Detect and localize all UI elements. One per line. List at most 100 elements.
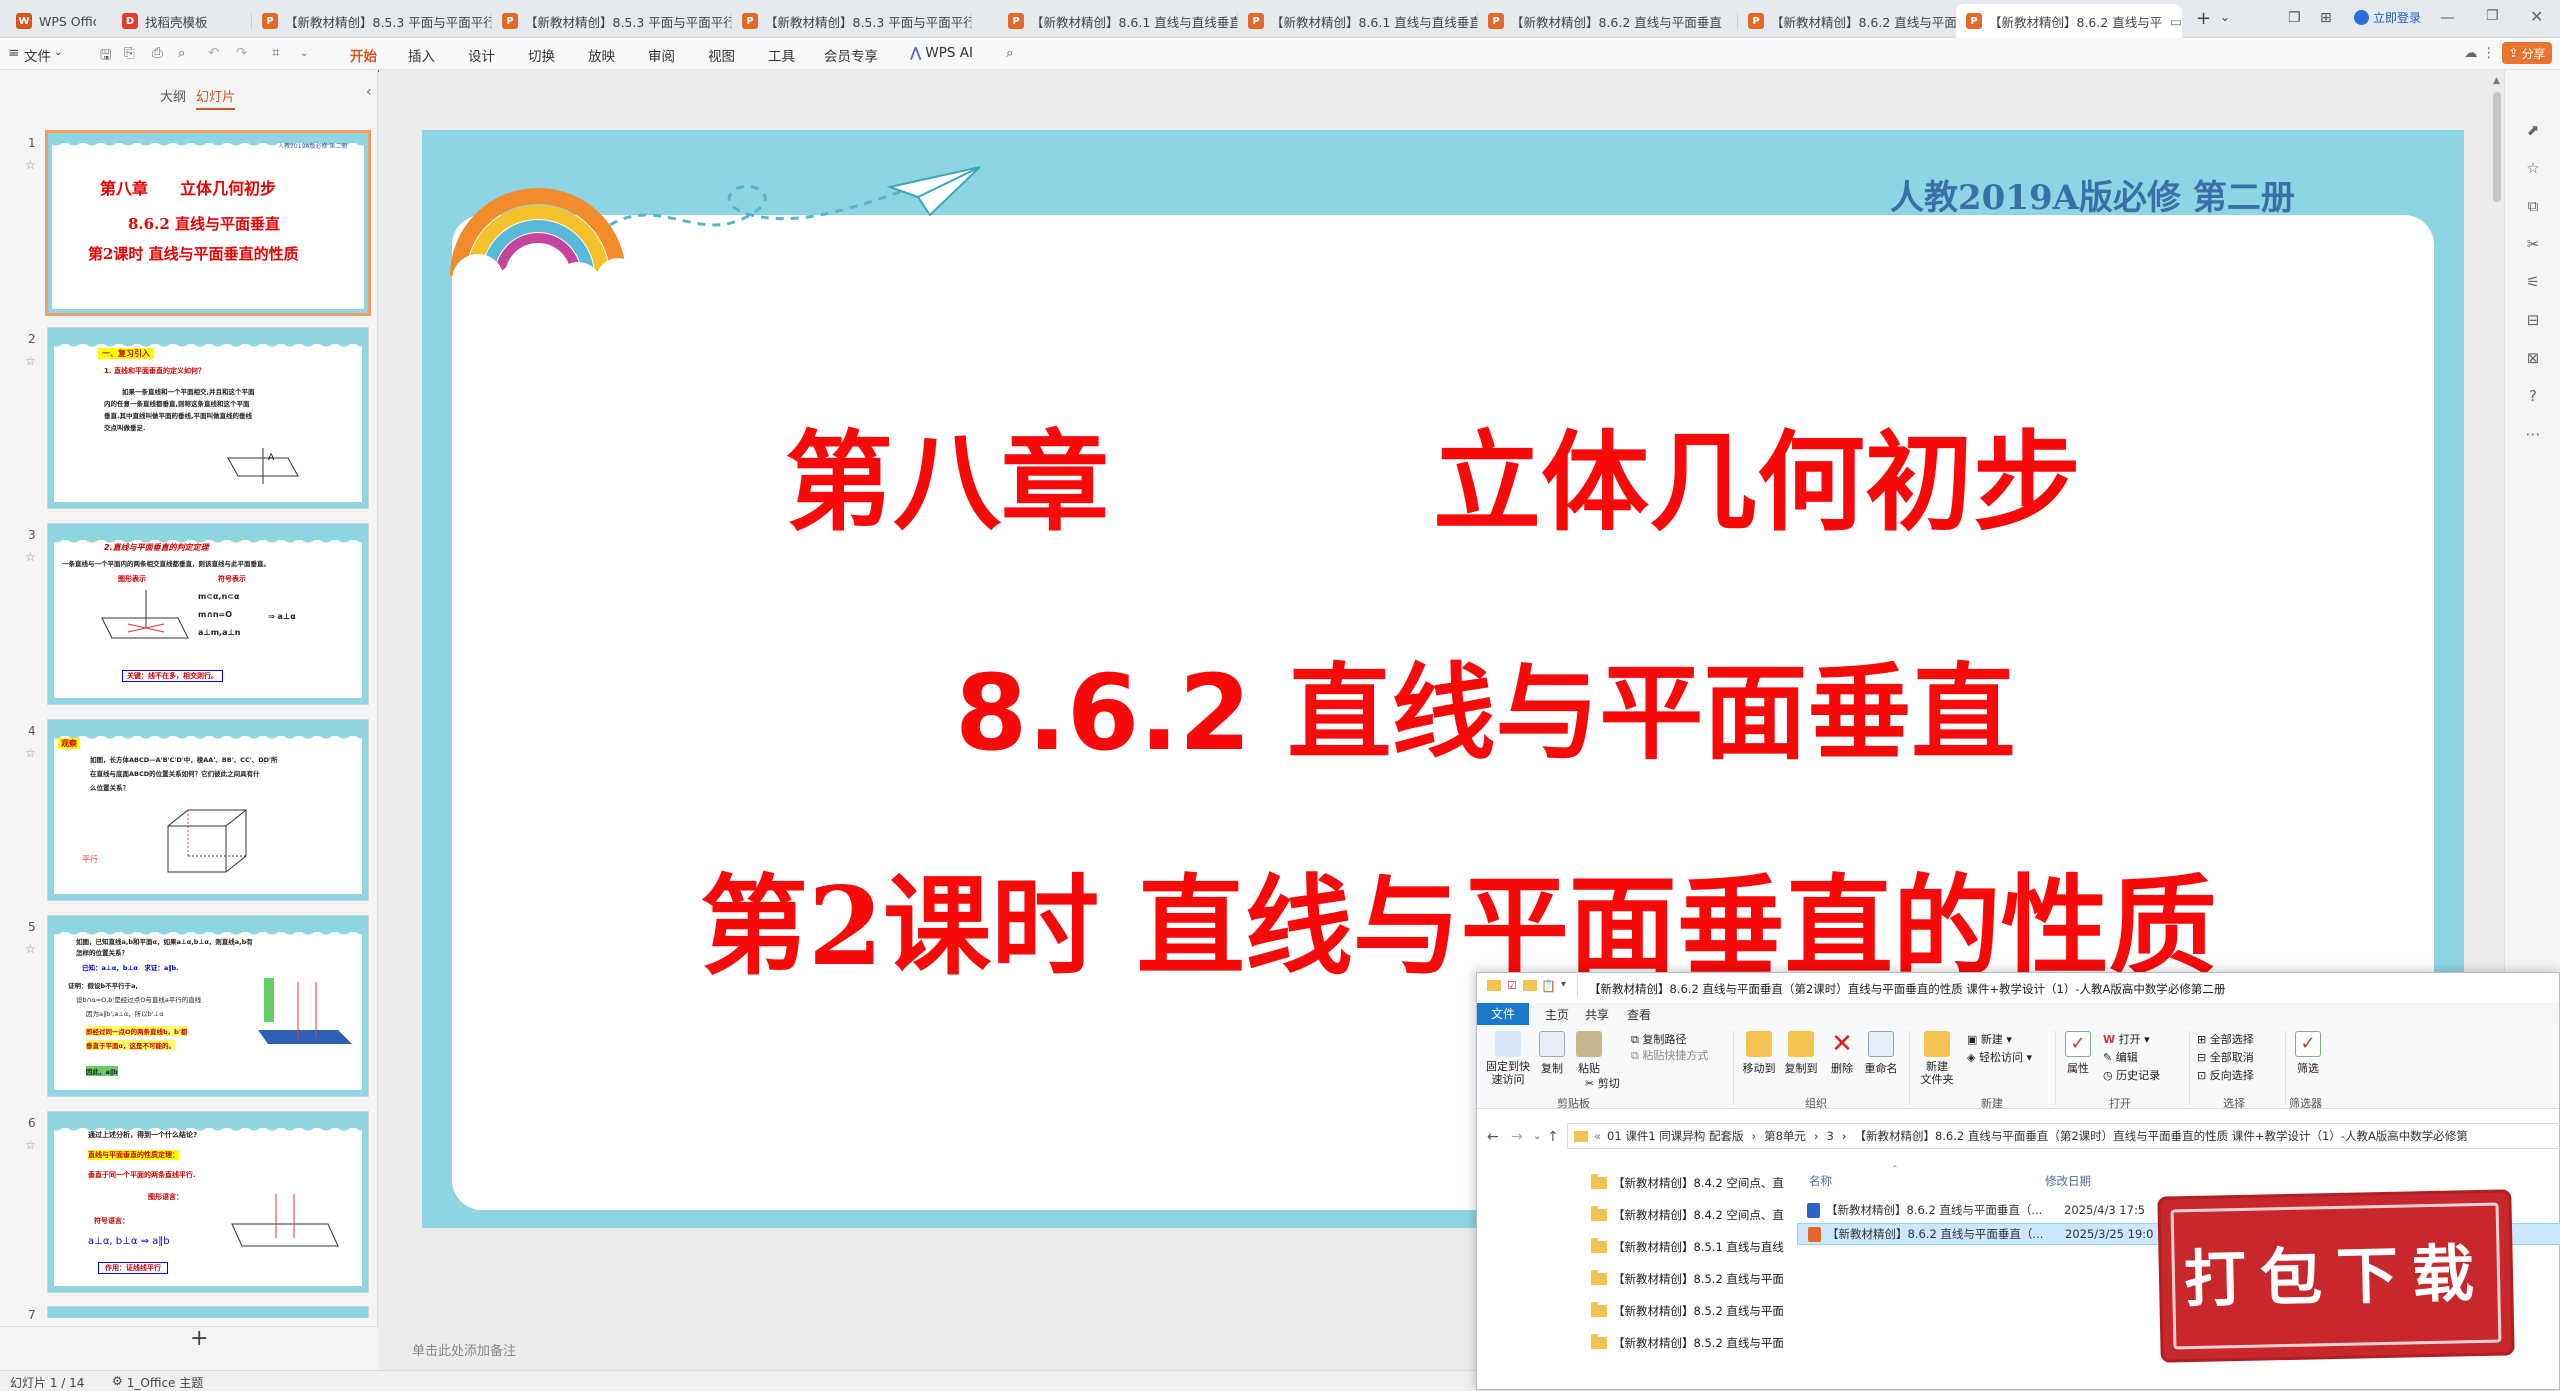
edit-button[interactable]: ✎ 编辑 <box>2103 1049 2138 1065</box>
tab-tools[interactable]: 工具 <box>768 45 795 65</box>
ribbon-tab-share[interactable]: 共享 <box>1585 1006 1609 1023</box>
select-all-button[interactable]: ⊞ 全部选择 <box>2197 1031 2254 1047</box>
scroll-up-icon[interactable]: ▲ <box>2493 76 2500 86</box>
monitor-icon[interactable]: ▭ <box>2170 14 2182 29</box>
star-icon[interactable]: ☆ <box>25 942 36 956</box>
copy-path-button[interactable]: ⧉ 复制路径 <box>1631 1031 1686 1047</box>
tab-design[interactable]: 设计 <box>468 45 495 65</box>
star-icon[interactable]: ☆ <box>25 550 36 564</box>
undo-icon[interactable]: ↶ <box>208 45 219 61</box>
ribbon-tab-home[interactable]: 主页 <box>1545 1006 1569 1023</box>
address-bar[interactable]: « 01 课件1 同课异构 配套版 › 第8单元 › 3 › 【新教材精创】8.… <box>1567 1123 2560 1149</box>
nav-folder[interactable]: 【新教材精创】8.5.2 直线与平面 <box>1591 1269 1784 1289</box>
add-slide-button[interactable]: + <box>190 1326 208 1351</box>
tab-slides[interactable]: 幻灯片 <box>196 86 236 110</box>
theme-indicator[interactable]: ⚙ 1_Office 主题 <box>112 1374 203 1391</box>
tab-doc-6[interactable]: P 【新教材精创】8.6.2 直线与平面垂直 <box>1478 4 1738 38</box>
chevron-down-icon[interactable]: ⌄ <box>300 48 308 59</box>
tab-outline[interactable]: 大纲 <box>160 86 186 105</box>
slide-thumb-4[interactable]: 观察 如图，长方体ABCD—A'B'C'D'中，棱AA'、BB'、CC'、DD'… <box>47 719 369 901</box>
grid-icon[interactable]: ⊞ <box>2320 10 2332 26</box>
move-to-button[interactable]: 移动到 <box>1739 1031 1779 1076</box>
slide-thumb-1[interactable]: 人教2019A版必修 第二册 第八章 立体几何初步 8.6.2 直线与平面垂直 … <box>45 130 371 316</box>
clipboard-icon[interactable]: 📋 <box>1541 979 1556 993</box>
tab-doc-5[interactable]: P 【新教材精创】8.6.1 直线与直线垂直 <box>1238 4 1478 38</box>
wps-ai-button[interactable]: ⋀ WPS AI <box>910 45 973 61</box>
nav-folder[interactable]: 【新教材精创】8.4.2 空间点、直 <box>1591 1205 1784 1225</box>
ribbon-tab-view[interactable]: 查看 <box>1627 1006 1651 1023</box>
column-header-modified[interactable]: 修改日期 <box>2045 1173 2091 1189</box>
tab-insert[interactable]: 插入 <box>408 45 435 65</box>
slide-thumb-7[interactable] <box>47 1306 369 1318</box>
tab-view[interactable]: 视图 <box>708 45 735 65</box>
star-icon[interactable]: ☆ <box>2523 158 2543 178</box>
nav-folder[interactable]: 【新教材精创】8.5.1 直线与直线 <box>1591 1237 1784 1257</box>
login-button[interactable]: 立即登录 <box>2354 9 2421 26</box>
delete-button[interactable]: ✕ 删除 <box>1825 1031 1859 1076</box>
star-icon[interactable]: ☆ <box>25 1138 36 1152</box>
notes-placeholder[interactable]: 单击此处添加备注 <box>412 1340 516 1359</box>
star-icon[interactable]: ☆ <box>25 158 36 172</box>
tools-icon[interactable]: ✂ <box>2523 234 2543 254</box>
tab-doc-1[interactable]: P 【新教材精创】8.5.3 平面与平面平行 <box>252 4 492 38</box>
filter-button[interactable]: ✓ 筛选 <box>2291 1031 2325 1076</box>
preview-icon[interactable]: ⌕ <box>178 45 186 61</box>
format-painter-icon[interactable]: ⌗ <box>272 45 280 61</box>
breadcrumb-item[interactable]: 01 课件1 同课异构 配套版 <box>1607 1128 1743 1144</box>
breadcrumb-item[interactable]: 【新教材精创】8.6.2 直线与平面垂直（第2课时）直线与平面垂直的性质 课件+… <box>1854 1128 2467 1144</box>
copy-button[interactable]: 复制 <box>1535 1031 1569 1076</box>
tab-slideshow[interactable]: 放映 <box>588 45 615 65</box>
sliders-icon[interactable]: ⚟ <box>2523 272 2543 292</box>
tab-doc-active[interactable]: P 【新教材精创】8.6.2 直线与平 ▭ ✕ <box>1956 4 2182 38</box>
slide-thumb-3[interactable]: 2.直线与平面垂直的判定定理 一条直线与一个平面内的两条相交直线都垂直，则该直线… <box>47 523 369 705</box>
scrollbar-thumb[interactable] <box>2493 92 2501 202</box>
share-button[interactable]: ⇪ 分享 <box>2502 42 2552 64</box>
chevron-down-icon[interactable]: ▾ <box>1561 979 1566 990</box>
forward-icon[interactable]: → <box>1511 1129 1523 1145</box>
breadcrumb-item[interactable]: 第8单元 <box>1764 1128 1806 1144</box>
new-folder-button[interactable]: 新建 文件夹 <box>1915 1031 1959 1086</box>
properties-button[interactable]: ✓ 属性 <box>2061 1031 2095 1076</box>
pin-quick-access-button[interactable]: 固定到快 速访问 <box>1483 1031 1533 1086</box>
cursor-icon[interactable]: ⬈ <box>2523 120 2543 140</box>
tab-docer[interactable]: D 找稻壳模板 <box>112 4 252 38</box>
tab-member[interactable]: 会员专享 <box>824 45 878 65</box>
chevron-down-icon[interactable]: ⌄ <box>1533 1131 1541 1142</box>
nav-folder[interactable]: 【新教材精创】8.4.2 空间点、直 <box>1591 1173 1784 1193</box>
invert-selection-button[interactable]: ⊡ 反向选择 <box>2197 1067 2254 1083</box>
tab-doc-4[interactable]: P 【新教材精创】8.6.1 直线与直线垂直 <box>998 4 1238 38</box>
download-badge[interactable]: 打包下载 <box>2160 1192 2512 1360</box>
star-icon[interactable]: ☆ <box>25 746 36 760</box>
redo-icon[interactable]: ↷ <box>236 45 247 61</box>
history-button[interactable]: ◷ 历史记录 <box>2103 1067 2160 1083</box>
nav-folder[interactable]: 【新教材精创】8.5.2 直线与平面 <box>1591 1301 1784 1321</box>
copy-to-button[interactable]: 复制到 <box>1781 1031 1821 1076</box>
search-icon[interactable]: ⌕ <box>1006 45 1014 61</box>
copy-icon[interactable]: ⧉ <box>2523 196 2543 216</box>
tab-doc-2[interactable]: P 【新教材精创】8.5.3 平面与平面平行 <box>492 4 732 38</box>
new-item-button[interactable]: ▣ 新建 ▾ <box>1967 1031 2012 1047</box>
window-icon[interactable]: ❐ <box>2288 10 2301 26</box>
export-icon[interactable]: ⎘ <box>124 45 135 61</box>
slide-thumb-6[interactable]: 通过上述分析，得到一个什么结论? 直线与平面垂直的性质定理： 垂直于同一个平面的… <box>47 1111 369 1293</box>
slide-thumb-5[interactable]: 如图，已知直线a,b和平面α，如果a⊥α,b⊥α，则直线a,b有 怎样的位置关系… <box>47 915 369 1097</box>
easy-access-button[interactable]: ◈ 轻松访问 ▾ <box>1967 1049 2032 1065</box>
column-header-name[interactable]: 名称 <box>1809 1173 1832 1189</box>
print-icon[interactable]: ⎙ <box>152 45 163 61</box>
cloud-icon[interactable]: ☁ <box>2464 45 2478 61</box>
save-icon[interactable]: 🖫 <box>100 45 112 68</box>
rename-button[interactable]: 重命名 <box>1861 1031 1901 1076</box>
minimize-icon[interactable]: — <box>2440 8 2455 26</box>
more-icon[interactable]: ⋮ <box>2482 45 2496 61</box>
slide-chapter-title[interactable]: 第八章 立体几何初步 <box>785 396 2081 552</box>
file-menu[interactable]: 文件 ⌄ <box>24 45 62 65</box>
review-icon[interactable]: ⊠ <box>2523 348 2543 368</box>
layout-icon[interactable]: ⊟ <box>2523 310 2543 330</box>
cut-button[interactable]: ✂ 剪切 <box>1585 1075 1620 1091</box>
tab-doc-7[interactable]: P 【新教材精创】8.6.2 直线与平面垂直 <box>1738 4 1956 38</box>
paste-shortcut-button[interactable]: ⧉ 粘贴快捷方式 <box>1631 1047 1708 1063</box>
paste-button[interactable]: 粘贴 <box>1571 1031 1607 1076</box>
tab-doc-3[interactable]: P 【新教材精创】8.5.3 平面与平面平行 <box>732 4 972 38</box>
more-icon[interactable]: ⋯ <box>2523 424 2543 444</box>
collapse-panel-icon[interactable]: ‹ <box>366 84 372 100</box>
